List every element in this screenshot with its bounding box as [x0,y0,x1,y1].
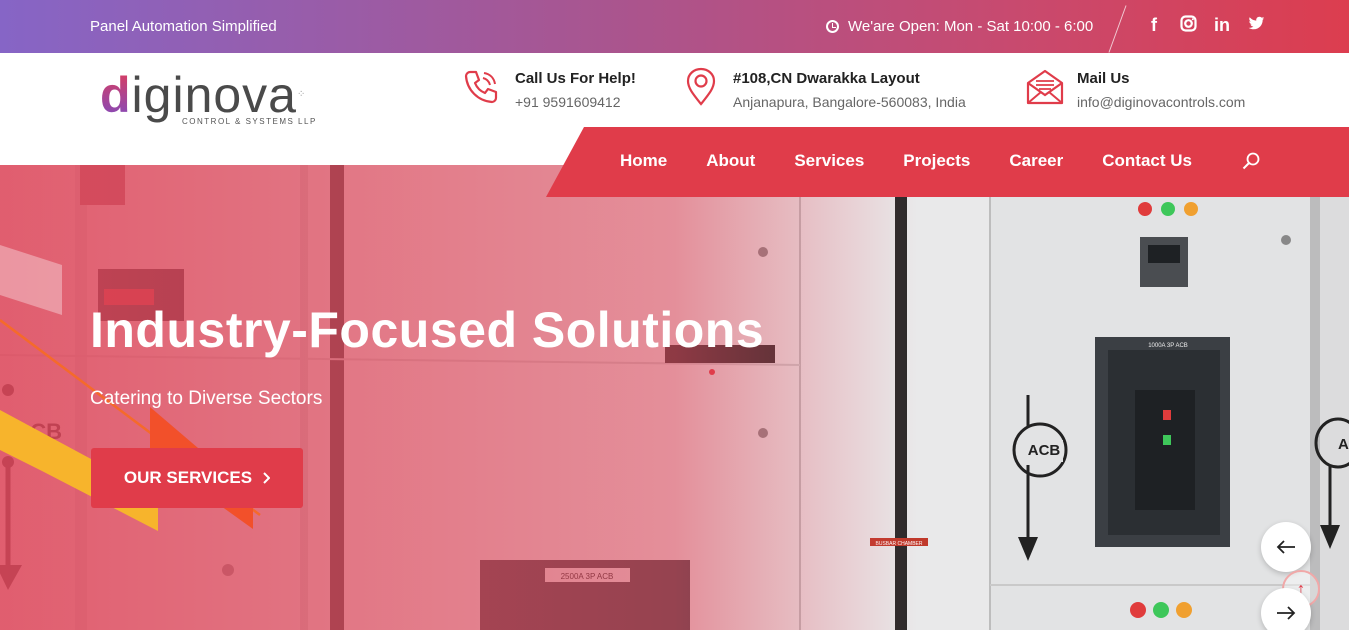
arrow-right-icon [1277,606,1296,620]
address-title: #108,CN Dwarakka Layout [733,70,920,87]
location-pin-icon [686,67,716,106]
arrow-left-icon [1276,540,1295,554]
topbar-divider [1108,5,1127,53]
our-services-label: OUR SERVICES [123,468,253,487]
hero-slider: ACB AC 1000A 3P ACB 2500A 3P ACB BUSBAR … [0,165,1349,630]
main-nav: Home About Services Projects Career Cont… [546,127,1349,197]
facebook-icon[interactable]: f [1145,15,1163,35]
hero-subtitle: Catering to Diverse Sectors [90,388,323,409]
logo[interactable]: diginova⁘ CONTROL & SYSTEMS LLP [100,67,317,126]
opening-hours: We'are Open: Mon - Sat 10:00 - 6:00 [826,18,1093,35]
our-services-button[interactable]: OUR SERVICES [91,448,303,508]
clock-icon [826,20,839,33]
opening-hours-text: We'are Open: Mon - Sat 10:00 - 6:00 [848,18,1094,35]
instagram-icon[interactable] [1179,15,1197,35]
email-address[interactable]: info@diginovacontrols.com [1077,94,1245,110]
call-title: Call Us For Help! [515,70,636,87]
nav-home[interactable]: Home [620,151,667,171]
social-links: f in [1145,15,1265,35]
phone-number[interactable]: +91 9591609412 [515,94,636,110]
twitter-icon[interactable] [1247,15,1265,35]
tagline: Panel Automation Simplified [90,18,277,35]
chevron-right-icon [263,472,271,484]
mail-title: Mail Us [1077,70,1130,87]
mail-icon [1026,69,1064,105]
nav-projects[interactable]: Projects [903,151,970,171]
logo-subtitle: CONTROL & SYSTEMS LLP [182,117,317,126]
nav-services[interactable]: Services [794,151,864,171]
logo-wordmark: diginova⁘ [100,67,307,123]
nav-contact-us[interactable]: Contact Us [1102,151,1192,171]
search-icon[interactable] [1242,152,1260,170]
slider-next-button[interactable] [1261,588,1311,630]
phone-icon [464,70,498,104]
contact-address: #108,CN Dwarakka Layout Anjanapura, Bang… [684,67,966,110]
contact-call: Call Us For Help! +91 9591609412 [461,67,636,110]
contact-mail: Mail Us info@diginovacontrols.com [1026,67,1245,110]
slider-prev-button[interactable] [1261,522,1311,572]
slider-dot[interactable] [709,369,715,375]
nav-career[interactable]: Career [1009,151,1063,171]
hero-title: Industry-Focused Solutions [90,302,765,358]
top-bar: Panel Automation Simplified We'are Open:… [0,0,1349,53]
address-value: Anjanapura, Bangalore-560083, India [733,94,966,110]
linkedin-icon[interactable]: in [1213,15,1231,35]
nav-about[interactable]: About [706,151,755,171]
